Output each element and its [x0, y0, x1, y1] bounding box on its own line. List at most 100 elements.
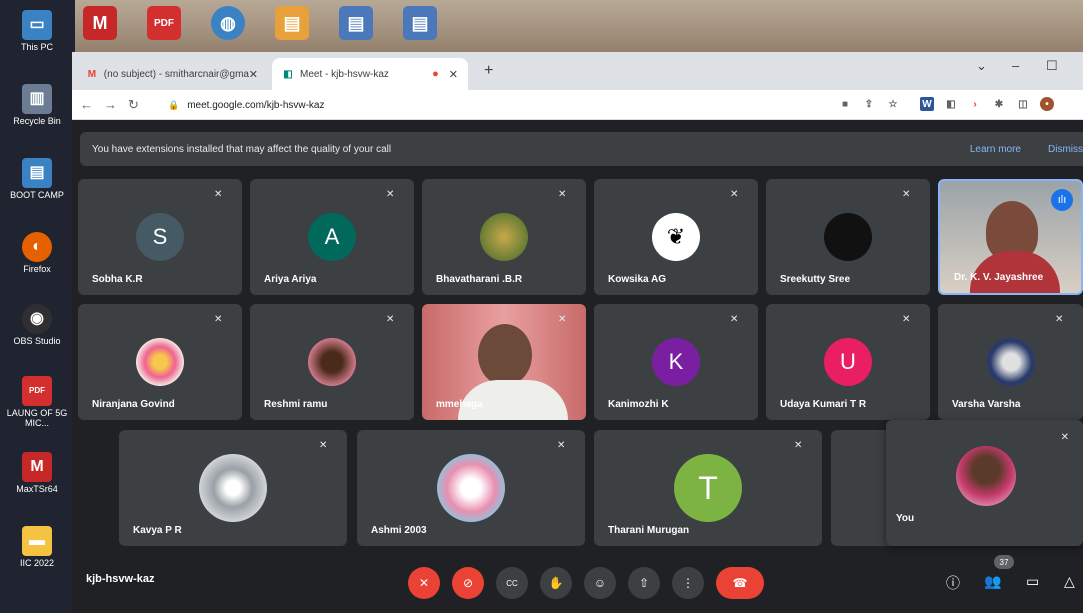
- close-tab-icon[interactable]: ✕: [249, 68, 258, 81]
- gmail-icon: M: [87, 68, 97, 80]
- file-shortcut-icon-2[interactable]: ▤: [403, 6, 437, 40]
- mic-off-button[interactable]: ✕: [408, 567, 440, 599]
- mic-off-icon: ✕: [902, 314, 911, 325]
- document-shortcut-icon[interactable]: ▤: [275, 6, 309, 40]
- desktop-icon-max[interactable]: M MaxTSr64: [4, 452, 70, 495]
- forward-icon[interactable]: →: [104, 97, 117, 112]
- extension-icon[interactable]: ◧: [944, 97, 958, 111]
- mic-off-icon: ✕: [214, 189, 223, 200]
- globe-shortcut-icon[interactable]: ◍: [211, 6, 245, 40]
- desktop-icon-firefox[interactable]: ◐ Firefox: [4, 232, 70, 275]
- desktop-icon-this-pc[interactable]: ▭ This PC: [4, 10, 70, 53]
- meeting-details-icon[interactable]: ⓘ: [946, 573, 960, 593]
- meeting-code: kjb-hsvw-kaz: [86, 573, 155, 585]
- participant-count-badge: 37: [994, 555, 1014, 569]
- minimize-icon[interactable]: –: [1012, 58, 1019, 73]
- word-extension-icon[interactable]: W: [920, 97, 934, 111]
- participant-tile[interactable]: ✕ U Udaya Kumari T R: [766, 304, 930, 420]
- participant-tile[interactable]: ✕ Kavya P R: [119, 430, 347, 546]
- participant-tile[interactable]: ✕ K Kanimozhi K: [594, 304, 758, 420]
- participant-name: Reshmi ramu: [264, 399, 328, 410]
- lock-icon: 🔒: [168, 99, 180, 110]
- side-panel-icon[interactable]: ◫: [1016, 97, 1030, 111]
- meet-icon: ◧: [283, 68, 293, 80]
- mic-off-icon: ✕: [794, 440, 803, 451]
- mcafee-icon: M: [22, 452, 52, 482]
- arrow-extension-icon[interactable]: ›: [968, 97, 982, 111]
- maximize-icon[interactable]: ☐: [1046, 58, 1058, 74]
- puzzle-icon[interactable]: ✱: [992, 97, 1006, 111]
- camera-off-button[interactable]: ⊘: [452, 567, 484, 599]
- avatar: [480, 213, 528, 261]
- participant-name: Udaya Kumari T R: [780, 399, 867, 410]
- present-button[interactable]: ⇧: [628, 567, 660, 599]
- extensions-warning-banner: You have extensions installed that may a…: [80, 132, 1083, 166]
- participant-tile[interactable]: ✕ Varsha Varsha: [938, 304, 1083, 420]
- firefox-icon: ◐: [22, 232, 52, 262]
- tab-bar: M (no subject) - smitharcnair@gmai ✕ ◧ M…: [72, 52, 1083, 90]
- more-options-button[interactable]: ⋮: [672, 567, 704, 599]
- share-icon[interactable]: ⇪: [862, 97, 876, 111]
- participant-name: Kavya P R: [133, 525, 182, 536]
- raise-hand-button[interactable]: ✋: [540, 567, 572, 599]
- learn-more-link[interactable]: Learn more: [970, 144, 1021, 155]
- self-avatar: [956, 446, 1016, 506]
- participant-tile[interactable]: ✕ Bhavatharani .B.R: [422, 179, 586, 295]
- speaking-indicator-icon: ılı: [1051, 189, 1073, 211]
- participant-name: Kowsika AG: [608, 274, 666, 285]
- mic-off-icon: ✕: [1060, 432, 1069, 443]
- back-icon[interactable]: ←: [80, 97, 93, 112]
- tab-search-icon[interactable]: ⌄: [976, 58, 987, 74]
- participant-name: Bhavatharani .B.R: [436, 274, 523, 285]
- people-icon[interactable]: 👥: [984, 573, 1001, 590]
- avatar: ❦: [652, 213, 700, 261]
- participant-tile-video[interactable]: ✕ mmehaga: [422, 304, 586, 420]
- bookmark-star-icon[interactable]: ☆: [886, 97, 900, 111]
- profile-avatar[interactable]: •: [1040, 97, 1054, 111]
- tab-meet[interactable]: ◧ Meet - kjb-hsvw-kaz ● ✕: [272, 58, 468, 90]
- desktop-icon-recycle-bin[interactable]: ▥ Recycle Bin: [4, 84, 70, 127]
- acrobat-shortcut-icon[interactable]: PDF: [147, 6, 181, 40]
- file-shortcut-icon[interactable]: ▤: [339, 6, 373, 40]
- recording-icon: ●: [432, 68, 439, 80]
- activities-icon[interactable]: △: [1064, 573, 1075, 590]
- desktop-icon-boot-camp[interactable]: ▤ BOOT CAMP: [4, 158, 70, 201]
- tab-title: Meet - kjb-hsvw-kaz: [300, 68, 389, 80]
- participant-tile[interactable]: ✕ T Tharani Murugan: [594, 430, 822, 546]
- avatar: [136, 338, 184, 386]
- url-field[interactable]: 🔒 meet.google.com/kjb-hsvw-kaz: [158, 94, 828, 116]
- dismiss-button[interactable]: Dismiss: [1048, 144, 1083, 155]
- reload-icon[interactable]: ↻: [128, 97, 139, 113]
- participant-tile[interactable]: ✕ S Sobha K.R: [78, 179, 242, 295]
- meet-area: You have extensions installed that may a…: [72, 120, 1083, 613]
- leave-call-button[interactable]: ☎: [716, 567, 764, 599]
- tab-title: (no subject) - smitharcnair@gmai: [103, 68, 249, 80]
- self-view-tile[interactable]: ✕ You: [886, 420, 1083, 546]
- new-tab-button[interactable]: +: [484, 62, 493, 80]
- recycle-bin-icon: ▥: [22, 84, 52, 114]
- participant-name: Tharani Murugan: [608, 525, 690, 536]
- mcafee-shortcut-icon[interactable]: M: [83, 6, 117, 40]
- participant-tile[interactable]: ✕ Niranjana Govind: [78, 304, 242, 420]
- participant-tile-speaking[interactable]: ılı Dr. K. V. Jayashree: [938, 179, 1083, 295]
- desktop-icon-obs-studio[interactable]: ◉ OBS Studio: [4, 304, 70, 347]
- chat-icon[interactable]: ▭: [1026, 573, 1039, 590]
- mic-off-icon: ✕: [214, 314, 223, 325]
- participant-tile[interactable]: ✕ Ashmi 2003: [357, 430, 585, 546]
- camera-icon[interactable]: ■: [838, 97, 852, 111]
- participant-tile[interactable]: ✕ Sreekutty Sree: [766, 179, 930, 295]
- obs-icon: ◉: [22, 304, 52, 334]
- emoji-button[interactable]: ☺: [584, 567, 616, 599]
- participant-tile[interactable]: ✕ A Ariya Ariya: [250, 179, 414, 295]
- participant-tile[interactable]: ✕ Reshmi ramu: [250, 304, 414, 420]
- desktop-icon-pdf[interactable]: PDF LAUNG OF 5G MIC...: [4, 376, 70, 429]
- participant-name: Ashmi 2003: [371, 525, 427, 536]
- desktop-icon-iic-2022[interactable]: ▬ IIC 2022: [4, 526, 70, 569]
- close-tab-icon[interactable]: ✕: [449, 68, 458, 81]
- tab-gmail[interactable]: M (no subject) - smitharcnair@gmai ✕: [76, 58, 268, 90]
- captions-button[interactable]: CC: [496, 567, 528, 599]
- participant-name: Sobha K.R: [92, 274, 143, 285]
- participant-tile[interactable]: ✕ ❦ Kowsika AG: [594, 179, 758, 295]
- pdf-icon: PDF: [22, 376, 52, 406]
- mic-off-icon: ✕: [557, 440, 566, 451]
